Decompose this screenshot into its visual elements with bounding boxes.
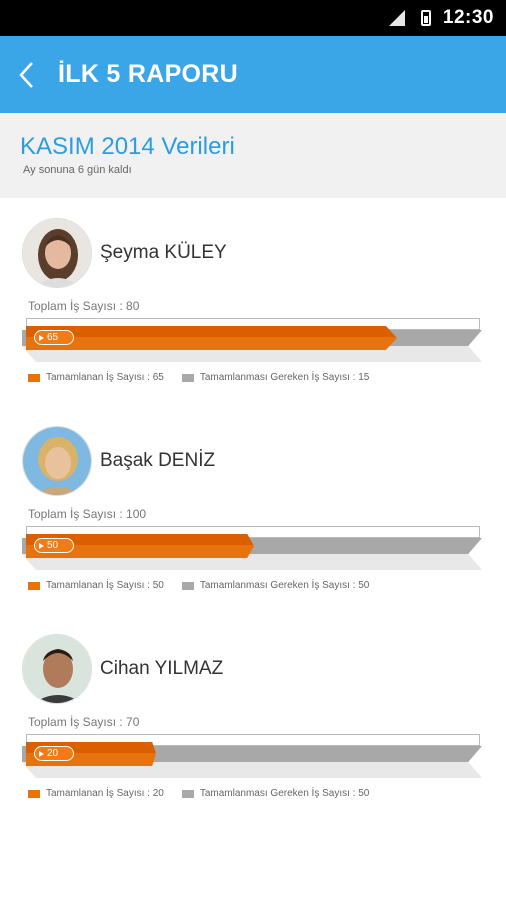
- employee-card[interactable]: Şeyma KÜLEY Toplam İş Sayısı : 80 65 Tam…: [0, 218, 506, 408]
- avatar: [22, 218, 92, 288]
- legend-remaining-text: Tamamlanması Gereken İş Sayısı : 50: [199, 580, 370, 591]
- legend-remaining: Tamamlanması Gereken İş Sayısı : 50: [181, 788, 370, 799]
- legend-remaining-text: Tamamlanması Gereken İş Sayısı : 15: [199, 372, 370, 383]
- period-header: KASIM 2014 Verileri Ay sonuna 6 gün kald…: [0, 113, 506, 198]
- orange-swatch: [28, 789, 40, 798]
- progress-bar: 50: [22, 526, 482, 572]
- play-icon: [39, 542, 44, 549]
- employee-card[interactable]: Cihan YILMAZ Toplam İş Sayısı : 70 20 Ta…: [0, 634, 506, 824]
- total-jobs: Toplam İş Sayısı : 80: [28, 299, 140, 313]
- legend-remaining-text: Tamamlanması Gereken İş Sayısı : 50: [199, 788, 370, 799]
- status-bar: 12:30: [0, 0, 506, 36]
- play-icon: [39, 750, 44, 757]
- progress-bar: 65: [22, 318, 482, 364]
- bar-completed-fill: [26, 326, 397, 350]
- orange-swatch: [28, 373, 40, 382]
- gray-swatch: [181, 373, 194, 382]
- page-title: İLK 5 RAPORU: [58, 60, 239, 88]
- legend-remaining: Tamamlanması Gereken İş Sayısı : 15: [181, 372, 370, 383]
- progress-bar: 20: [22, 734, 482, 780]
- completed-badge: 65: [34, 330, 74, 345]
- battery-icon: [420, 10, 431, 26]
- employee-name: Başak DENİZ: [100, 450, 216, 471]
- legend: Tamamlanan İş Sayısı : 65 Tamamlanması G…: [28, 372, 387, 383]
- app-bar: İLK 5 RAPORU: [0, 36, 506, 113]
- completed-count: 20: [47, 748, 59, 759]
- gray-swatch: [181, 789, 194, 798]
- total-jobs: Toplam İş Sayısı : 70: [28, 715, 140, 729]
- legend: Tamamlanan İş Sayısı : 50 Tamamlanması G…: [28, 580, 387, 591]
- legend-completed: Tamamlanan İş Sayısı : 65: [28, 372, 164, 383]
- total-jobs: Toplam İş Sayısı : 100: [28, 507, 147, 521]
- completed-badge: 50: [34, 538, 74, 553]
- period-subtitle: Ay sonuna 6 gün kaldı: [23, 164, 132, 176]
- completed-badge: 20: [34, 746, 74, 761]
- play-icon: [39, 334, 44, 341]
- status-time: 12:30: [442, 7, 494, 28]
- legend-remaining: Tamamlanması Gereken İş Sayısı : 50: [181, 580, 370, 591]
- completed-count: 65: [47, 332, 59, 343]
- period-title: KASIM 2014 Verileri: [20, 133, 235, 160]
- legend-completed-text: Tamamlanan İş Sayısı : 20: [46, 788, 164, 799]
- gray-swatch: [181, 581, 194, 590]
- employee-name: Şeyma KÜLEY: [100, 242, 227, 263]
- employee-card[interactable]: Başak DENİZ Toplam İş Sayısı : 100 50 Ta…: [0, 426, 506, 616]
- back-chevron-icon[interactable]: [18, 60, 48, 90]
- signal-icon: [388, 10, 405, 26]
- avatar: [22, 426, 92, 496]
- legend-completed: Tamamlanan İş Sayısı : 50: [28, 580, 164, 591]
- legend-completed: Tamamlanan İş Sayısı : 20: [28, 788, 164, 799]
- completed-count: 50: [47, 540, 59, 551]
- avatar: [22, 634, 92, 704]
- legend-completed-text: Tamamlanan İş Sayısı : 50: [46, 580, 164, 591]
- legend: Tamamlanan İş Sayısı : 20 Tamamlanması G…: [28, 788, 387, 799]
- orange-swatch: [28, 581, 40, 590]
- employee-name: Cihan YILMAZ: [100, 658, 224, 679]
- legend-completed-text: Tamamlanan İş Sayısı : 65: [46, 372, 164, 383]
